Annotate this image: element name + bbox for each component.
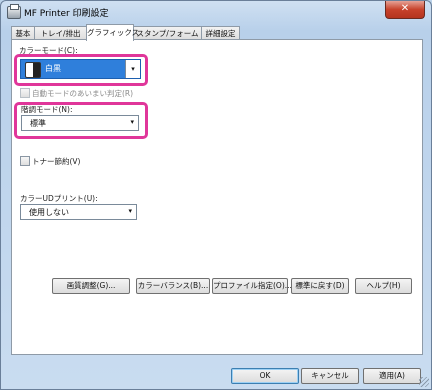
tab-graphics[interactable]: グラフィックス bbox=[86, 24, 139, 41]
title-bar: MF Printer 印刷設定 ✕ bbox=[1, 1, 431, 23]
apply-button[interactable]: 適用(A) bbox=[363, 368, 421, 384]
auto-mode-label: 自動モードのあいまい判定(R) bbox=[32, 89, 134, 98]
printer-icon bbox=[7, 4, 21, 19]
tab-stamp-form[interactable]: スタンプ/フォーム bbox=[133, 26, 202, 40]
image-quality-button[interactable]: 画質調整(G)... bbox=[52, 278, 130, 294]
close-button[interactable]: ✕ bbox=[385, 1, 425, 19]
gradation-dropdown[interactable]: 標準 ▾ bbox=[21, 115, 139, 131]
window-title: MF Printer 印刷設定 bbox=[24, 9, 109, 19]
chevron-down-icon: ▾ bbox=[128, 207, 132, 215]
tab-basic[interactable]: 基本 bbox=[11, 26, 35, 40]
color-mode-dropdown[interactable]: 白黒 ▾ bbox=[20, 59, 141, 79]
resize-grip[interactable] bbox=[419, 377, 429, 387]
color-mode-value: 白黒 bbox=[45, 64, 61, 73]
tab-advanced[interactable]: 詳細設定 bbox=[201, 26, 240, 40]
color-ud-dropdown[interactable]: 使用しない ▾ bbox=[20, 204, 137, 220]
black-white-icon bbox=[25, 62, 41, 78]
color-ud-label: カラーUDプリント(U): bbox=[20, 194, 98, 203]
chevron-down-icon: ▾ bbox=[130, 118, 134, 126]
profile-button[interactable]: プロファイル指定(O)... bbox=[212, 278, 292, 294]
gradation-label: 階調モード(N): bbox=[21, 105, 73, 114]
toner-save-label: トナー節約(V) bbox=[32, 157, 81, 166]
color-ud-value: 使用しない bbox=[29, 208, 69, 217]
graphics-panel: カラーモード(C): 白黒 ▾ 自動モードのあいまい判定(R) 階調モード(N)… bbox=[11, 39, 423, 355]
gradation-value: 標準 bbox=[30, 119, 46, 128]
color-balance-button[interactable]: カラーバランス(B)... bbox=[136, 278, 210, 294]
ok-button[interactable]: OK bbox=[231, 368, 299, 384]
cancel-button[interactable]: キャンセル bbox=[301, 368, 359, 384]
help-button[interactable]: ヘルプ(H) bbox=[355, 278, 412, 294]
auto-mode-checkbox[interactable] bbox=[20, 88, 30, 98]
restore-defaults-button[interactable]: 標準に戻す(D) bbox=[291, 278, 349, 294]
tab-tray-output[interactable]: トレイ/排出 bbox=[34, 26, 87, 40]
chevron-down-icon[interactable]: ▾ bbox=[125, 60, 140, 78]
printer-settings-window: MF Printer 印刷設定 ✕ 基本 トレイ/排出 グラフィックス スタンプ… bbox=[0, 0, 432, 390]
toner-save-checkbox[interactable] bbox=[20, 156, 30, 166]
